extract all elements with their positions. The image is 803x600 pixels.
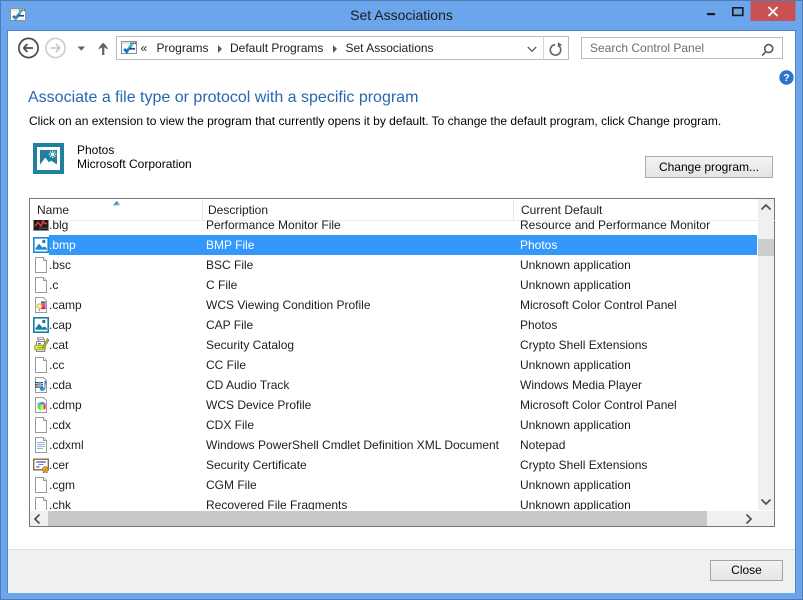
svg-text:?: ?: [783, 72, 789, 84]
